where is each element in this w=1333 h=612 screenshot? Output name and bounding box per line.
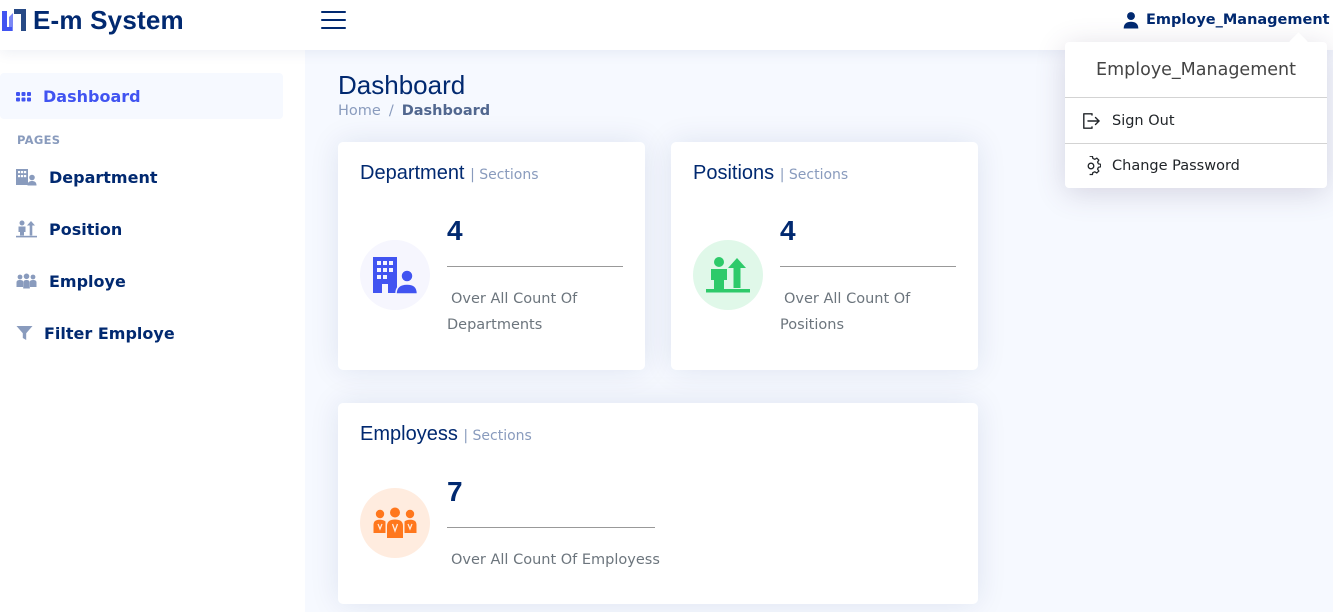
divider [447,527,655,528]
divider [780,266,956,267]
change-password-button[interactable]: Change Password [1065,144,1327,188]
sidebar-item-employe[interactable]: Employe [0,258,283,304]
sidebar-item-label: Employe [49,271,126,291]
sidebar-heading: PAGES [17,133,61,147]
divider [447,266,623,267]
card-subtitle: | Sections [470,167,539,183]
building-person-icon [373,257,418,294]
card-description-line: Positions [780,317,845,333]
breadcrumb-home-link[interactable]: Home [338,103,381,119]
sidebar-item-label: Department [49,167,158,187]
card-title: Positions | Sections [693,162,848,185]
card-subtitle: | Sections [463,428,532,444]
card-title-text: Employess [360,423,458,445]
card-value: 4 [447,215,463,246]
card-description-line: Over All Count Of Employess [451,552,660,568]
sidebar-item-department[interactable]: Department [0,154,283,200]
people-icon [16,273,37,289]
logo-text: E-m System [33,4,184,35]
employess-card: Employess | Sections 7 Over All Count Of… [338,403,978,604]
sidebar-item-position[interactable]: Position [0,206,283,252]
breadcrumb-current: Dashboard [401,103,491,119]
sidebar-item-filter-employe[interactable]: Filter Employe [0,310,283,356]
card-title: Department | Sections [360,162,539,185]
card-title-text: Department [360,162,465,184]
grid-icon [16,91,31,101]
sign-out-icon [1083,113,1100,129]
card-value: 7 [447,476,463,507]
card-description-line: Departments [447,317,543,333]
divider [1065,97,1327,98]
sidebar-item-label: Filter Employe [44,323,175,343]
sign-out-label: Sign Out [1112,113,1175,129]
card-subtitle: | Sections [779,167,849,183]
card-description: Over All Count Of Employess [447,547,660,573]
sidebar-item-label: Dashboard [43,86,141,106]
sidebar-item-label: Position [49,219,123,239]
person-arrow-up-icon [706,257,750,293]
gear-icon [1087,156,1101,176]
sidebar-item-dashboard[interactable]: Dashboard [0,73,283,119]
building-icon [16,169,37,186]
user-dropdown-menu: Employe_Management Sign Out Change Passw… [1065,42,1327,188]
filter-icon [16,326,33,340]
person-up-arrow-icon [16,220,37,238]
positions-card: Positions | Sections 4 Over All Count Of… [671,142,978,370]
card-description: Over All Count Of Departments [447,286,577,338]
department-card: Department | Sections 4 Over All Count O… [338,142,645,370]
card-description-line: Over All Count Of [784,291,911,307]
people-group-icon [373,507,417,538]
card-title-text: Positions [693,162,775,184]
change-password-label: Change Password [1112,158,1240,174]
user-menu-toggle[interactable]: Employe_Management [1122,8,1333,32]
logo[interactable]: E-m System [0,5,184,35]
logo-icon [2,9,26,31]
card-title: Employess | Sections [360,423,532,446]
card-description: Over All Count Of Positions [780,286,910,338]
sidebar-toggle-button[interactable] [320,8,348,32]
card-icon-circle [693,240,763,310]
breadcrumb: Home / Dashboard [338,103,490,119]
page-title: Dashboard [338,70,466,100]
dropdown-user-name: Employe_Management [1096,59,1296,80]
sign-out-button[interactable]: Sign Out [1065,99,1327,143]
breadcrumb-separator: / [388,103,394,119]
card-icon-circle [360,240,430,310]
sidebar: Dashboard PAGES Department Position Empl… [0,50,305,612]
person-icon [1123,12,1139,29]
user-name: Employe_Management [1146,12,1330,28]
card-description-line: Over All Count Of [451,291,578,307]
card-value: 4 [780,215,796,246]
card-icon-circle [360,488,430,558]
